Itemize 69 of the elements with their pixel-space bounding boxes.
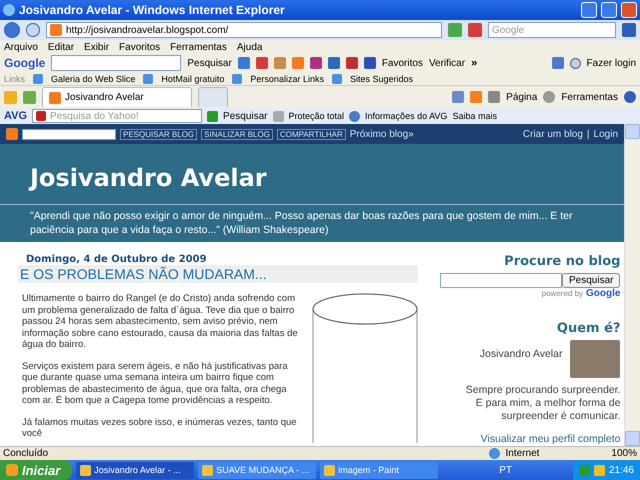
links-label: Links bbox=[4, 74, 26, 84]
next-blog-link[interactable]: Próximo blog» bbox=[350, 128, 414, 140]
blog-title: Josivandro Avelar bbox=[28, 164, 268, 194]
link-item[interactable]: Sites Sugeridos bbox=[350, 74, 414, 84]
blog-description: "Aprendi que não posso exigir o amor de ninguém... Posso apenas dar boas razões para que gostem de mim... E ter paciência para que a vida faça o resto..." (William Shakespeare) bbox=[0, 204, 624, 242]
avg-info-button[interactable]: Informações do AVG bbox=[365, 111, 448, 121]
post-paragraph: Serviços existem para serem ágeis, e não há justificativas para que durante quase uma semana inteira um bairro fique com problemas de abastecimento de água, que ora falta, ora chega com ar. É bom que a Cagepa tome providências a respeito. bbox=[22, 360, 289, 406]
widget-title: Procure no blog bbox=[504, 254, 620, 269]
maximize-button[interactable] bbox=[601, 2, 617, 18]
protection-button[interactable]: Proteção total bbox=[288, 111, 344, 121]
google-search-field[interactable] bbox=[51, 55, 182, 71]
powered-by-text: powered by bbox=[542, 289, 584, 298]
blog-search-field[interactable] bbox=[22, 128, 116, 140]
profile-name: Josivandro Avelar bbox=[480, 348, 562, 361]
scrollbar[interactable] bbox=[624, 124, 640, 446]
avg-search-button[interactable]: Pesquisar bbox=[223, 110, 268, 122]
menu-item[interactable]: Ajuda bbox=[236, 42, 262, 52]
google-logo: Google bbox=[4, 56, 46, 70]
status-text: Concluído bbox=[3, 448, 48, 459]
photo-placeholder bbox=[570, 340, 620, 378]
search-button[interactable]: Pesquisar bbox=[187, 58, 232, 68]
forward-button[interactable] bbox=[26, 23, 40, 37]
spellcheck-button[interactable]: Verificar bbox=[428, 58, 466, 68]
create-blog-link[interactable]: Criar um blog bbox=[522, 128, 583, 140]
profile-description: Sempre procurando surpreender. E para mim, a melhor forma de surpreender é comunicar. bbox=[464, 384, 620, 423]
link-item[interactable]: HotMail gratuito bbox=[161, 74, 224, 84]
menu-item[interactable]: Ferramentas bbox=[170, 42, 227, 52]
minimize-button[interactable] bbox=[581, 2, 597, 18]
close-button[interactable] bbox=[621, 2, 637, 18]
link-item[interactable]: Personalizar Links bbox=[250, 74, 324, 84]
google-logo: Google bbox=[586, 288, 620, 299]
taskbar-button[interactable]: SUAVE MUDANÇA - ... bbox=[198, 462, 316, 478]
link-item[interactable]: Galeria do Web Slice bbox=[51, 74, 136, 84]
profile-link[interactable]: Visualizar meu perfil completo bbox=[480, 433, 620, 446]
learn-more-link[interactable]: Saiba mais bbox=[452, 111, 497, 121]
separator-text: | bbox=[586, 128, 590, 140]
address-field[interactable]: http://josivandroavelar.blogspot.com/ bbox=[46, 22, 442, 38]
taskbar-button[interactable]: imagem - Paint bbox=[320, 462, 438, 478]
login-button[interactable]: Fazer login bbox=[586, 58, 636, 68]
blog-search-field[interactable] bbox=[440, 273, 562, 288]
language-indicator[interactable]: PT bbox=[499, 464, 512, 476]
menu-item[interactable]: Exibir bbox=[84, 42, 110, 52]
menu-item[interactable]: Editar bbox=[48, 42, 74, 52]
avg-logo: AVG bbox=[4, 110, 28, 122]
browser-tab[interactable]: Josivandro Avelar bbox=[42, 87, 192, 107]
post-date: Domingo, 4 de Outubro de 2009 bbox=[25, 254, 208, 265]
taskbar-button[interactable]: Josivandro Avelar - ... bbox=[76, 462, 194, 478]
login-link[interactable]: Login bbox=[594, 128, 618, 140]
back-button[interactable] bbox=[4, 22, 20, 38]
clock: 21:46 bbox=[608, 464, 634, 476]
menu-item[interactable]: Favoritos bbox=[119, 42, 160, 52]
zone-text: Internet bbox=[506, 448, 540, 459]
tools-menu[interactable]: Ferramentas bbox=[561, 92, 618, 102]
search-button[interactable]: Pesquisar bbox=[562, 273, 620, 288]
new-tab[interactable] bbox=[198, 87, 228, 107]
more-button[interactable]: » bbox=[471, 57, 478, 69]
widget-title: Quem é? bbox=[556, 321, 620, 336]
nav-button[interactable]: PESQUISAR BLOG bbox=[120, 128, 198, 140]
post-paragraph: Já falamos muitas vezes sobre isso, e inúmeras vezes, tanto que você bbox=[22, 416, 298, 440]
post-paragraph: Ultimamente o bairro do Rangel (e do Cristo) anda sofrendo com um problema generalizado de falta d´água. Teve dia que o bairro passou 24 horas sem abastecimento, sem aviso prévio, nem informação sobre cano estourado, causa da maioria das faltas de água do bairro. bbox=[22, 293, 299, 350]
post-title[interactable]: E OS PROBLEMAS NÃO MUDARAM... bbox=[18, 265, 418, 283]
favorites-button[interactable]: Favoritos bbox=[382, 58, 423, 68]
menu-item[interactable]: Arquivo bbox=[4, 42, 38, 52]
start-button[interactable]: Iniciar bbox=[0, 460, 72, 480]
nav-button[interactable]: SINALIZAR BLOG bbox=[201, 128, 273, 140]
page-menu[interactable]: Página bbox=[506, 92, 538, 102]
window-title: Josivandro Avelar - Windows Internet Explorer bbox=[19, 3, 286, 17]
zoom-button[interactable]: 100% bbox=[611, 448, 637, 459]
nav-button[interactable]: COMPARTILHAR bbox=[276, 128, 346, 140]
